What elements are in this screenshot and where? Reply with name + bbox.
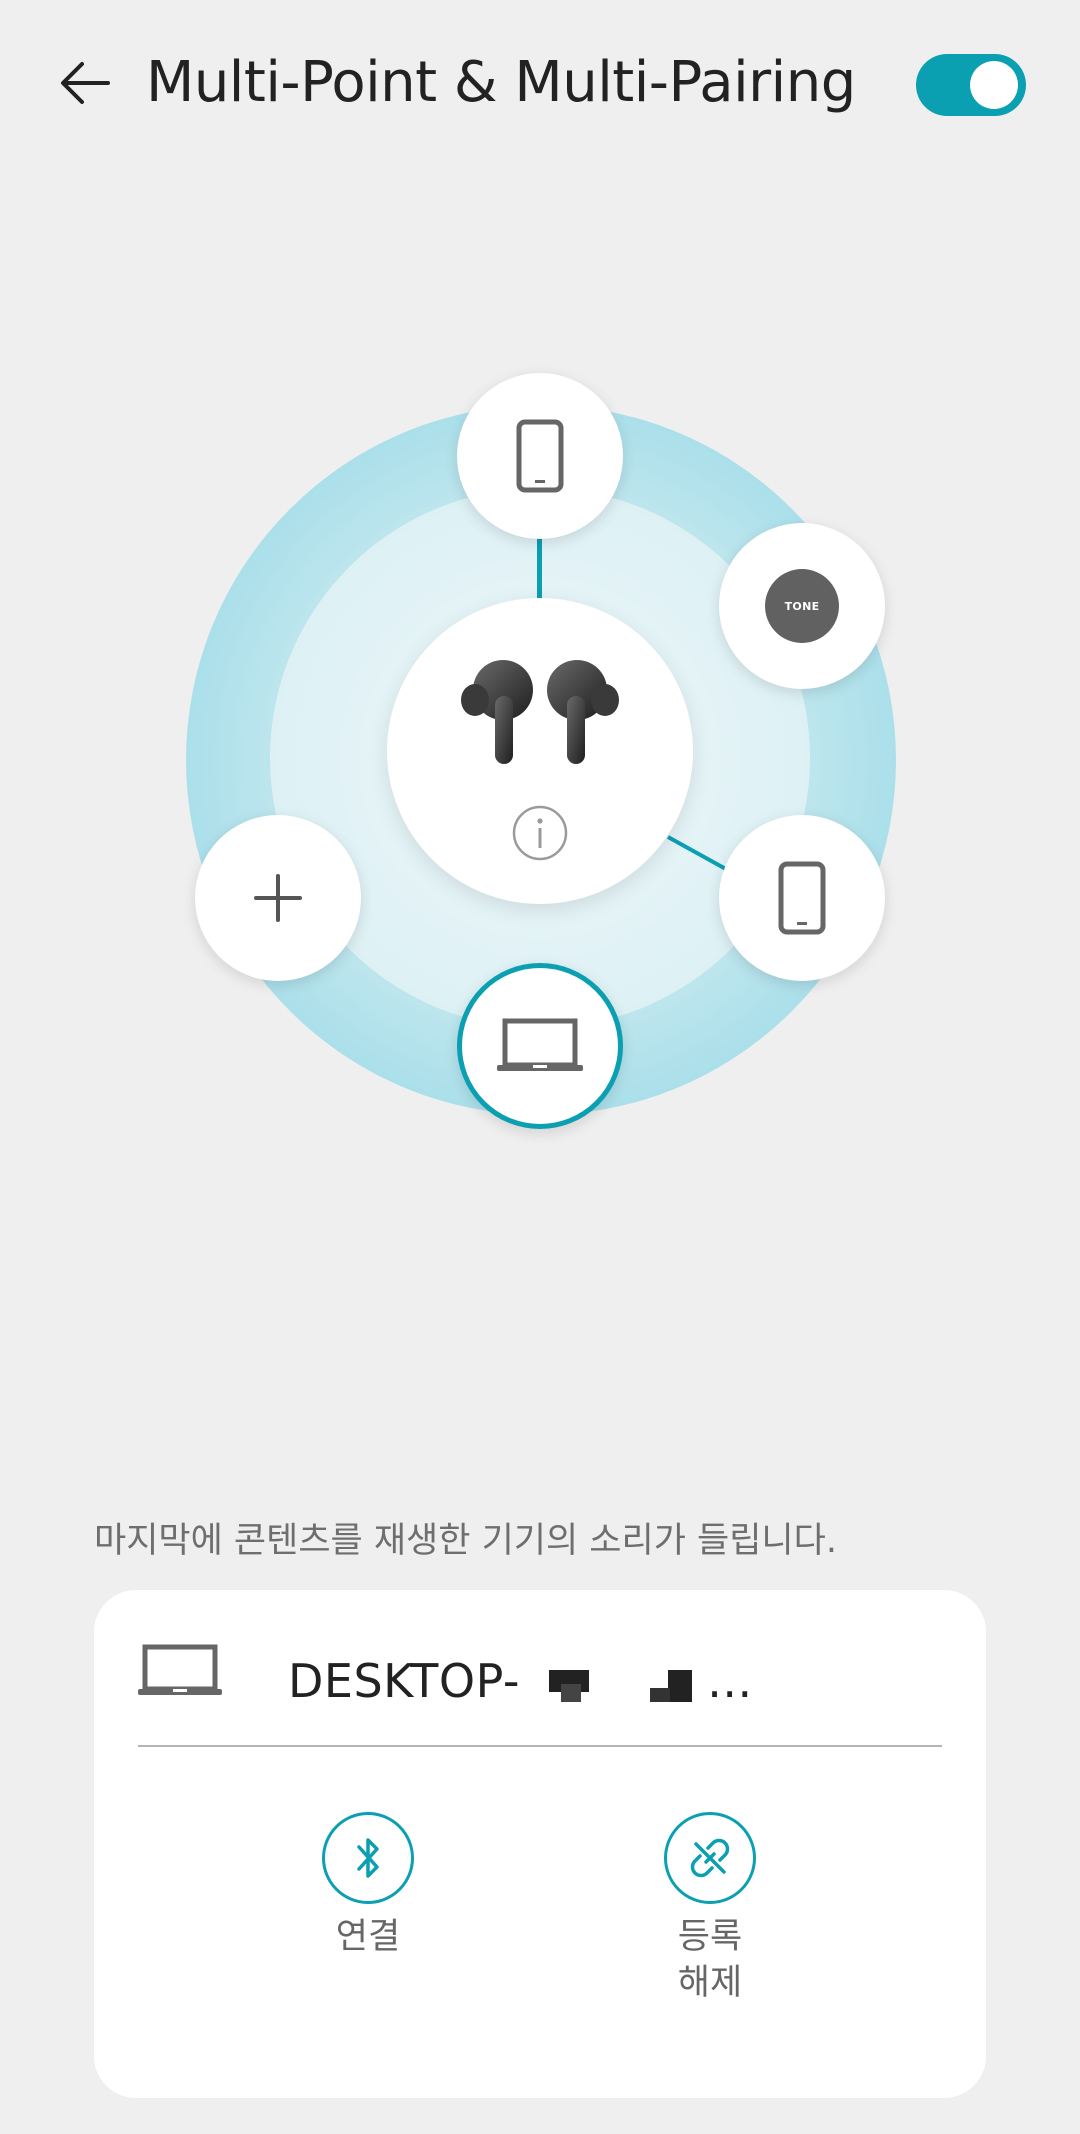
page-title: Multi-Point & Multi-Pairing <box>146 50 856 115</box>
device-name: DESKTOP- ... <box>288 1654 753 1708</box>
device-card: DESKTOP- ... 연결 등록 해제 <box>94 1590 986 2098</box>
unregister-button[interactable]: 등록 해제 <box>610 1812 810 2006</box>
laptop-icon <box>138 1644 222 1695</box>
earbuds-image <box>461 660 619 764</box>
device-row: DESKTOP- ... <box>138 1634 942 1724</box>
connector-top <box>537 536 542 602</box>
device-node-phone-top[interactable] <box>457 373 623 539</box>
connect-label: 연결 <box>335 1917 401 1957</box>
bluetooth-icon <box>357 1838 379 1878</box>
laptop-icon <box>497 1018 583 1071</box>
connect-circle <box>322 1812 414 1904</box>
unregister-circle <box>664 1812 756 1904</box>
smartphone-icon <box>778 861 826 935</box>
device-name-text: DESKTOP- <box>288 1654 520 1708</box>
hint-text: 마지막에 콘텐츠를 재생한 기기의 소리가 들립니다. <box>94 1521 837 1561</box>
device-node-tone[interactable]: TONE <box>719 523 885 689</box>
earbuds-center[interactable] <box>387 598 693 904</box>
multipoint-toggle[interactable] <box>916 54 1026 116</box>
card-divider <box>138 1745 942 1747</box>
device-node-laptop-active[interactable] <box>457 963 623 1129</box>
connect-button[interactable]: 연결 <box>268 1812 468 1960</box>
device-node-phone-right[interactable] <box>719 815 885 981</box>
back-button[interactable] <box>50 48 120 118</box>
device-hub: TONE <box>0 300 1080 1160</box>
app-header: Multi-Point & Multi-Pairing <box>0 0 1080 170</box>
info-icon[interactable] <box>511 804 569 862</box>
redacted-block <box>549 1662 590 1708</box>
device-name-ellipsis: ... <box>707 1654 753 1708</box>
add-device-button[interactable] <box>195 815 361 981</box>
redacted-block <box>650 1662 693 1708</box>
unlink-icon <box>690 1838 730 1878</box>
smartphone-icon <box>516 419 564 493</box>
toggle-knob <box>970 61 1018 109</box>
plus-icon <box>254 874 302 922</box>
arrow-left-icon <box>61 62 110 104</box>
tone-logo: TONE <box>765 569 839 643</box>
unregister-label: 등록 해제 <box>677 1917 743 2003</box>
